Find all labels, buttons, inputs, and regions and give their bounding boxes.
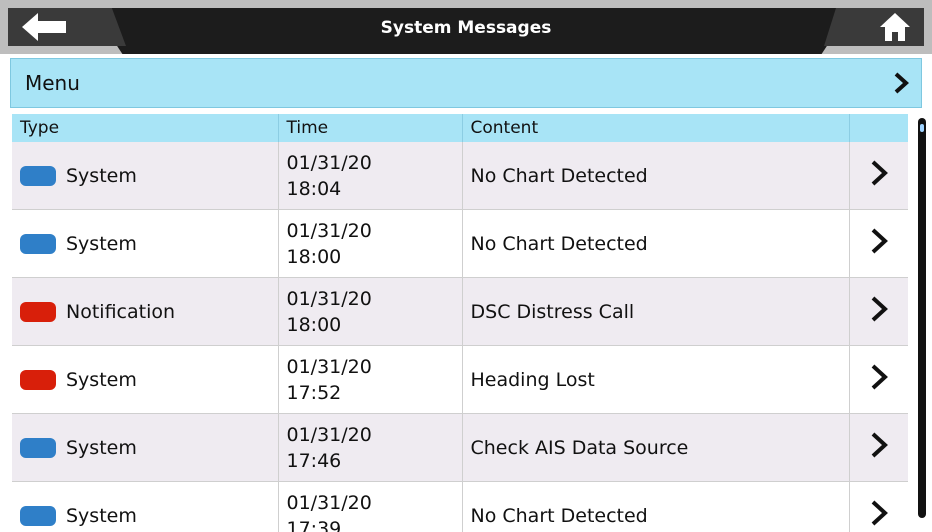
- table-row[interactable]: System 01/31/20 17:39 No Chart Detected: [12, 481, 908, 532]
- messages-table: Type Time Content System 01/31/20 18:04 N…: [12, 114, 908, 532]
- column-header-time[interactable]: Time: [278, 114, 463, 142]
- home-icon: [880, 13, 910, 41]
- column-header-type[interactable]: Type: [12, 114, 279, 142]
- status-swatch: [20, 369, 56, 390]
- chevron-right-icon[interactable]: [870, 500, 888, 526]
- home-button[interactable]: [824, 8, 924, 46]
- table-row[interactable]: System 01/31/20 17:46 Check AIS Data Sour…: [12, 413, 908, 482]
- message-time: 18:00: [286, 245, 342, 268]
- chevron-right-icon[interactable]: [870, 228, 888, 254]
- table-row[interactable]: Notification 01/31/20 18:00 DSC Distress …: [12, 277, 908, 346]
- table-header-row: Type Time Content: [12, 114, 908, 142]
- message-time: 18:04: [286, 177, 342, 200]
- message-content: Heading Lost: [462, 345, 850, 414]
- message-date: 01/31/20: [286, 355, 372, 378]
- table-row[interactable]: System 01/31/20 18:00 No Chart Detected: [12, 209, 908, 278]
- page-title: System Messages: [380, 18, 552, 38]
- column-header-action: [849, 114, 908, 142]
- message-date: 01/31/20: [286, 287, 372, 310]
- chevron-right-icon[interactable]: [870, 296, 888, 322]
- status-swatch: [20, 165, 56, 186]
- message-type: System: [66, 368, 137, 391]
- status-swatch: [20, 233, 56, 254]
- message-date: 01/31/20: [286, 491, 372, 514]
- message-content: No Chart Detected: [462, 481, 850, 532]
- table-row[interactable]: System 01/31/20 18:04 No Chart Detected: [12, 142, 908, 210]
- title-bar: System Messages: [0, 0, 932, 54]
- status-swatch: [20, 437, 56, 458]
- message-content: DSC Distress Call: [462, 277, 850, 346]
- status-swatch: [20, 301, 56, 322]
- message-type: System: [66, 164, 137, 187]
- menu-bar[interactable]: Menu: [10, 58, 922, 108]
- message-time: 17:39: [286, 517, 342, 532]
- message-date: 01/31/20: [286, 151, 372, 174]
- chevron-right-icon[interactable]: [870, 364, 888, 390]
- message-type: Notification: [66, 300, 176, 323]
- message-date: 01/31/20: [286, 219, 372, 242]
- message-type: System: [66, 232, 137, 255]
- chevron-right-icon[interactable]: [870, 432, 888, 458]
- message-type: System: [66, 504, 137, 527]
- message-time: 18:00: [286, 313, 342, 336]
- scrollbar[interactable]: [918, 118, 926, 518]
- chevron-right-icon[interactable]: [870, 160, 888, 186]
- message-content: Check AIS Data Source: [462, 413, 850, 482]
- column-header-content[interactable]: Content: [462, 114, 850, 142]
- menu-label: Menu: [25, 71, 80, 95]
- message-time: 17:52: [286, 381, 342, 404]
- status-swatch: [20, 505, 56, 526]
- message-date: 01/31/20: [286, 423, 372, 446]
- scrollbar-thumb[interactable]: [920, 124, 924, 132]
- message-time: 17:46: [286, 449, 342, 472]
- message-type: System: [66, 436, 137, 459]
- chevron-right-icon: [894, 72, 909, 94]
- message-content: No Chart Detected: [462, 209, 850, 278]
- message-content: No Chart Detected: [462, 142, 850, 210]
- table-row[interactable]: System 01/31/20 17:52 Heading Lost: [12, 345, 908, 414]
